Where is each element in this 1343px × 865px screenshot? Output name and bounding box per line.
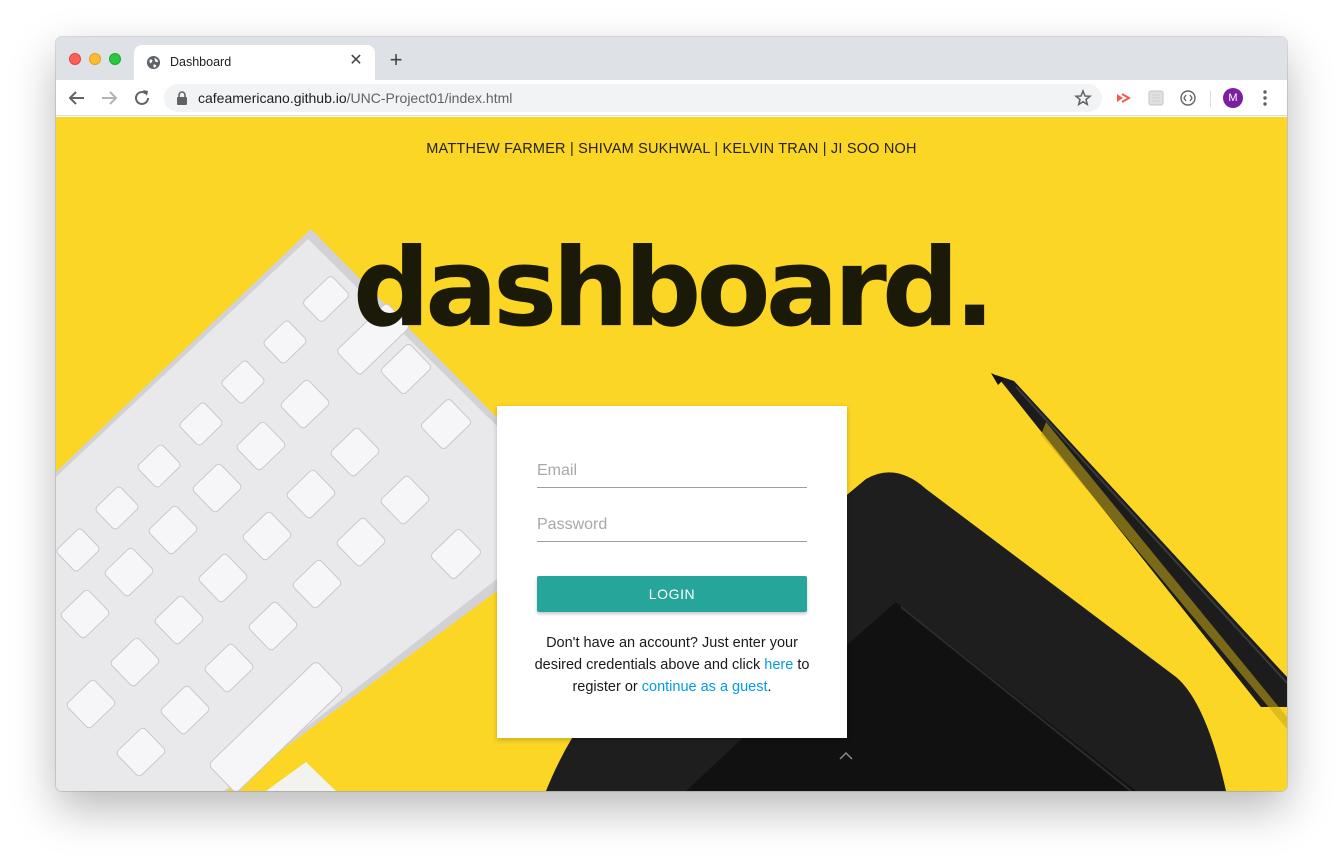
url-path: /UNC-Project01/index.html — [346, 90, 513, 106]
extension-icon[interactable] — [1114, 89, 1132, 107]
address-bar[interactable]: cafeamericano.github.io/UNC-Project01/in… — [164, 84, 1102, 112]
url-text: cafeamericano.github.io/UNC-Project01/in… — [198, 90, 512, 106]
minimize-window-button[interactable] — [89, 53, 101, 65]
reload-icon[interactable] — [131, 87, 153, 109]
more-menu-icon[interactable] — [1259, 89, 1271, 107]
browser-toolbar: cafeamericano.github.io/UNC-Project01/in… — [56, 80, 1287, 116]
signup-text-part-3: . — [767, 679, 772, 695]
zoom-window-button[interactable] — [109, 53, 121, 65]
password-input[interactable] — [537, 502, 807, 540]
toolbar-separator — [1210, 91, 1211, 107]
extension-grid-icon[interactable] — [1147, 89, 1165, 107]
email-field-wrapper — [537, 448, 807, 488]
url-host: cafeamericano.github.io — [198, 90, 347, 106]
page-viewport: MATTHEW FARMER | SHIVAM SUKHWAL | KELVIN… — [56, 117, 1287, 791]
globe-icon — [146, 55, 161, 70]
plus-icon[interactable]: + — [386, 49, 406, 71]
tab-strip: Dashboard ✕ + — [56, 37, 1287, 80]
extension-code-icon[interactable] — [1179, 89, 1197, 107]
tab-title: Dashboard — [170, 55, 232, 69]
bookmark-star-icon[interactable] — [1074, 89, 1092, 107]
register-link[interactable]: here — [764, 657, 793, 673]
login-card: LOGIN Don't have an account? Just enter … — [497, 406, 847, 738]
hero-title: dashboard. — [352, 226, 995, 351]
login-button[interactable]: LOGIN — [537, 576, 807, 612]
forward-arrow-icon[interactable] — [98, 87, 120, 109]
close-window-button[interactable] — [69, 53, 81, 65]
chevron-up-icon[interactable] — [838, 751, 854, 761]
back-arrow-icon[interactable] — [66, 87, 88, 109]
signup-help-text: Don't have an account? Just enter your d… — [525, 632, 819, 698]
authors-line: MATTHEW FARMER | SHIVAM SUKHWAL | KELVIN… — [426, 141, 917, 157]
lock-icon — [177, 91, 187, 105]
tab-dashboard[interactable]: Dashboard ✕ — [134, 45, 375, 80]
close-icon[interactable]: ✕ — [347, 52, 365, 70]
password-field-wrapper — [537, 502, 807, 542]
profile-avatar[interactable]: M — [1223, 88, 1243, 108]
signup-text-part-1: Don't have an account? Just enter your d… — [534, 635, 798, 673]
browser-window: Dashboard ✕ + cafeamericano.github.io/UN… — [56, 37, 1287, 791]
email-input[interactable] — [537, 448, 807, 486]
guest-link[interactable]: continue as a guest — [642, 679, 768, 695]
